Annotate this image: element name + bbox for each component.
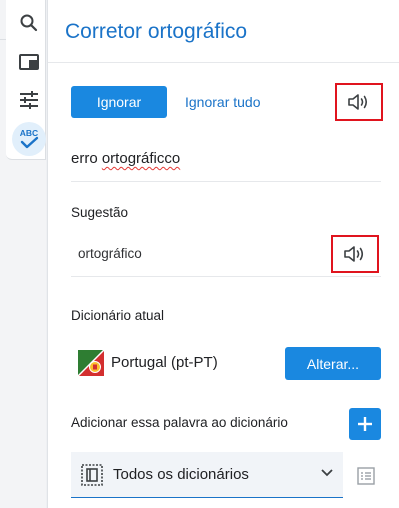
dictionary-book-icon bbox=[81, 464, 103, 486]
dictionary-select-value: Todos os dicionários bbox=[113, 466, 249, 483]
speaker-icon bbox=[344, 246, 364, 262]
spellcheck-panel: Corretor ortográfico Ignorar Ignorar tud… bbox=[47, 0, 399, 508]
svg-text:ABC: ABC bbox=[20, 128, 38, 138]
search-button[interactable] bbox=[15, 9, 43, 37]
suggestion-label: Sugestão bbox=[71, 205, 129, 220]
settings-button[interactable] bbox=[15, 86, 43, 114]
left-rail: ABC bbox=[0, 0, 46, 508]
panel-button[interactable] bbox=[15, 48, 43, 76]
panel-title: Corretor ortográfico bbox=[65, 20, 248, 43]
dictionary-name: Portugal (pt-PT) bbox=[111, 354, 218, 371]
search-icon bbox=[20, 14, 38, 32]
dictionary-list-button[interactable] bbox=[355, 465, 377, 487]
spellcheck-button[interactable]: ABC bbox=[12, 122, 46, 156]
speak-suggestion-button[interactable] bbox=[331, 235, 379, 273]
suggestion-text: ortográfico bbox=[78, 246, 142, 261]
rail-card: ABC bbox=[6, 0, 46, 160]
misspelled-word: ortográficco bbox=[101, 150, 181, 167]
add-word-button[interactable] bbox=[349, 408, 381, 440]
spellcheck-icon: ABC bbox=[20, 128, 38, 149]
title-divider bbox=[48, 62, 399, 63]
portugal-flag-icon bbox=[78, 350, 104, 376]
current-dictionary-label: Dicionário atual bbox=[71, 308, 165, 323]
ignore-button[interactable]: Ignorar bbox=[71, 86, 167, 118]
change-dictionary-button[interactable]: Alterar... bbox=[285, 347, 381, 380]
ignore-all-button[interactable]: Ignorar tudo bbox=[185, 86, 261, 118]
plus-icon bbox=[358, 417, 372, 431]
speaker-icon bbox=[348, 94, 368, 110]
list-icon bbox=[357, 467, 375, 485]
sliders-icon bbox=[20, 91, 38, 109]
speak-word-button[interactable] bbox=[335, 83, 383, 121]
misspelled-word-field: erro ortográficco bbox=[71, 142, 381, 182]
word-prefix: erro bbox=[71, 150, 102, 167]
panel-icon bbox=[19, 54, 39, 70]
add-word-label: Adicionar essa palavra ao dicionário bbox=[71, 415, 288, 430]
dictionary-select[interactable]: Todos os dicionários bbox=[71, 452, 343, 498]
chevron-down-icon bbox=[321, 469, 333, 477]
